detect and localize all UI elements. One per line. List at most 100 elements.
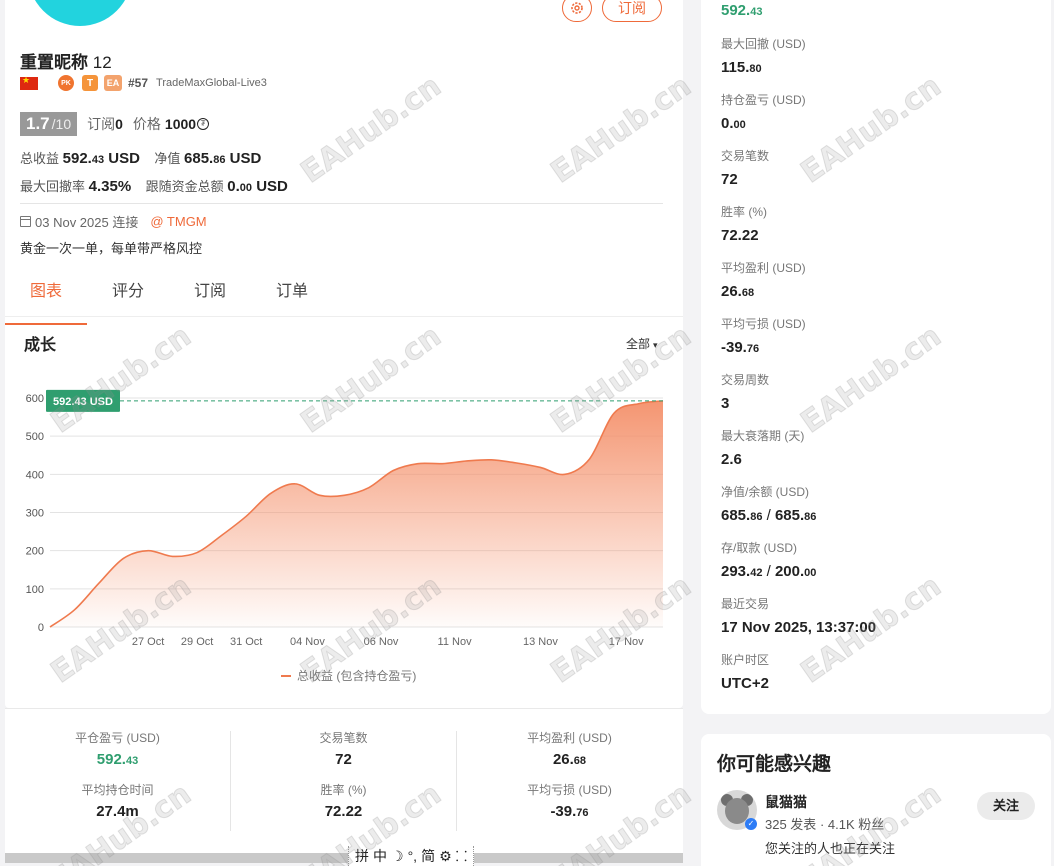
deposit-int: 293. [721,563,751,580]
stat-win-rate: 胜率 (%) 72.22 [721,203,767,244]
ime-simplified-icon[interactable]: 简 [421,846,435,866]
stat-top-int: 592. [721,2,751,19]
follow-funds-dec: 00 [239,182,253,194]
closed-pnl-dec: 43 [125,755,139,767]
gear-icon [571,2,583,14]
last-trade-value: 17 Nov 2025, 13:37:00 [721,619,877,636]
user-fans: 4.1K 粉丝 [827,817,885,832]
avg-profit-dec: 68 [573,755,587,767]
stat-trades: 交易笔数 72 [721,147,769,188]
stat-max-decline: 最大衰落期 (天) 2.6 [721,427,804,468]
price-label: 价格 [132,116,161,132]
nickname: 重置昵称 12 [20,48,112,73]
x-tick-label: 29 Oct [181,636,213,648]
timezone-value: UTC+2 [721,675,769,692]
equity-int: 685. [721,507,751,524]
y-tick-label: 100 [26,584,44,596]
connect-info: 03 Nov 2025 连接 @ TMGM [20,212,207,231]
nickname-suffix: 12 [92,53,112,72]
broker-link[interactable]: @ TMGM [150,214,206,229]
ime-grid-icon[interactable]: ⸬ [456,847,468,866]
stats-card: 592.43 最大回撤 (USD) 115.80 持仓盈亏 (USD) 0.00… [701,0,1051,714]
x-tick-label: 11 Nov [438,636,473,648]
stat-weeks: 交易周数 3 [721,371,769,412]
subscriptions-label: 订阅 [87,116,116,132]
series-area [50,400,663,627]
ime-pinyin-icon[interactable]: 拼 [355,846,369,866]
tab-chart[interactable]: 图表 [5,276,87,325]
deposit-dec: 42 [750,567,763,579]
avg-profit-dec: 68 [741,287,755,299]
growth-chart: 0 100 200 300 400 500 600 27 Oct 29 Oct 31 Oct 04 … [26,389,664,683]
calendar-icon [20,216,31,227]
trades-label: 交易笔数 [319,731,368,745]
summary-col-1: 平仓盈亏 (USD) 592.43 平均持仓时间 27.4m [5,729,230,833]
timezone-label: 账户时区 [721,653,770,667]
summary-col-2: 交易笔数 72 胜率 (%) 72.22 [231,729,456,833]
ime-punctuation-icon[interactable]: °, [408,848,418,864]
weeks-label: 交易周数 [721,373,770,387]
coin-icon: ₮ [197,118,210,130]
avg-loss-label: 平均亏损 (USD) [721,317,806,331]
strategy-description: 黄金一次一单，每单带严格风控 [20,241,203,256]
tab-orders[interactable]: 订单 [251,276,333,316]
meta-dot: · [819,817,825,832]
profit-row: 总收益 592.43 USD 净值 685.86 USD [20,148,261,167]
legend-label: 总收益 (包含持仓盈亏) [297,668,416,683]
trades-value: 72 [335,751,352,768]
deposit-value: 293.42 / 200.00 [721,563,816,580]
ime-toolbar[interactable]: 拼 中 ☽ °, 简 ⚙ ⸬ [348,846,475,866]
tab-rating[interactable]: 评分 [87,276,169,316]
x-tick-label: 04 Nov [290,636,325,648]
open-pnl-dec: 00 [733,119,746,131]
slash: / [766,507,771,524]
withdraw-int: 200. [774,563,805,580]
recommend-card: 你可能感兴趣 ✓ 鼠猫猫 325 发表 · 4.1K 粉丝 您关注的人也正在关注… [701,734,1051,866]
follow-funds-int: 0. [227,178,240,195]
stat-max-dd: 最大回撤 (USD) 115.80 [721,35,806,76]
ime-gear-icon[interactable]: ⚙ [439,848,452,865]
open-pnl-label: 持仓盈亏 (USD) [721,93,806,107]
avg-loss-value: -39.76 [457,803,682,820]
t-badge-icon: T [82,75,98,91]
subscribe-button[interactable]: 订阅 [602,0,662,22]
range-select[interactable]: 全部 ▾ [626,335,658,352]
summary-col-3: 平均盈利 (USD) 26.68 平均亏损 (USD) -39.76 [457,729,682,833]
equity-balance-label: 净值/余额 (USD) [721,485,809,499]
total-profit-int: 592. [62,150,92,167]
closed-pnl-int: 592. [96,751,126,768]
stat-top-value: 592.43 [721,2,762,19]
y-tick-label: 600 [26,393,44,405]
rank-badge: #57 [128,76,149,90]
ime-moon-icon[interactable]: ☽ [391,848,404,865]
trades-value: 72 [721,171,738,188]
stat-top: 592.43 [721,0,762,19]
tab-bar: 图表 评分 订阅 订单 [5,276,683,325]
win-rate-value: 72.22 [721,227,759,244]
stat-equity-balance: 净值/余额 (USD) 685.86 / 685.86 [721,483,816,524]
y-tick-label: 500 [26,431,44,443]
avg-loss-label: 平均亏损 (USD) [527,783,612,797]
stat-deposit: 存/取款 (USD) 293.42 / 200.00 [721,539,816,580]
tab-subscribe[interactable]: 订阅 [169,276,251,316]
win-rate-value: 72.22 [324,803,363,820]
score-row: 1.7 /10 订阅 0 价格 1000 ₮ [20,112,210,136]
y-tick-label: 200 [26,546,44,558]
avg-hold-value: 27.4m [96,803,139,820]
divider [20,203,663,204]
ime-chinese-icon[interactable]: 中 [373,846,387,866]
avg-loss-int: -39. [721,339,747,356]
x-tick-label: 27 Oct [132,636,164,648]
range-label: 全部 [626,337,651,351]
x-tick-label: 06 Nov [364,636,399,648]
horizontal-scrollbar[interactable] [5,853,683,863]
x-tick-label: 31 Oct [230,636,262,648]
user-name[interactable]: 鼠猫猫 [765,792,807,812]
last-trade-label: 最近交易 [721,597,770,611]
score-box: 1.7 /10 [20,112,78,136]
avg-profit-label: 平均盈利 (USD) [527,731,612,745]
stat-timezone: 账户时区 UTC+2 [721,651,769,692]
follow-button[interactable]: 关注 [977,792,1035,820]
withdraw-dec: 00 [804,567,817,579]
y-tick-label: 400 [26,469,44,481]
